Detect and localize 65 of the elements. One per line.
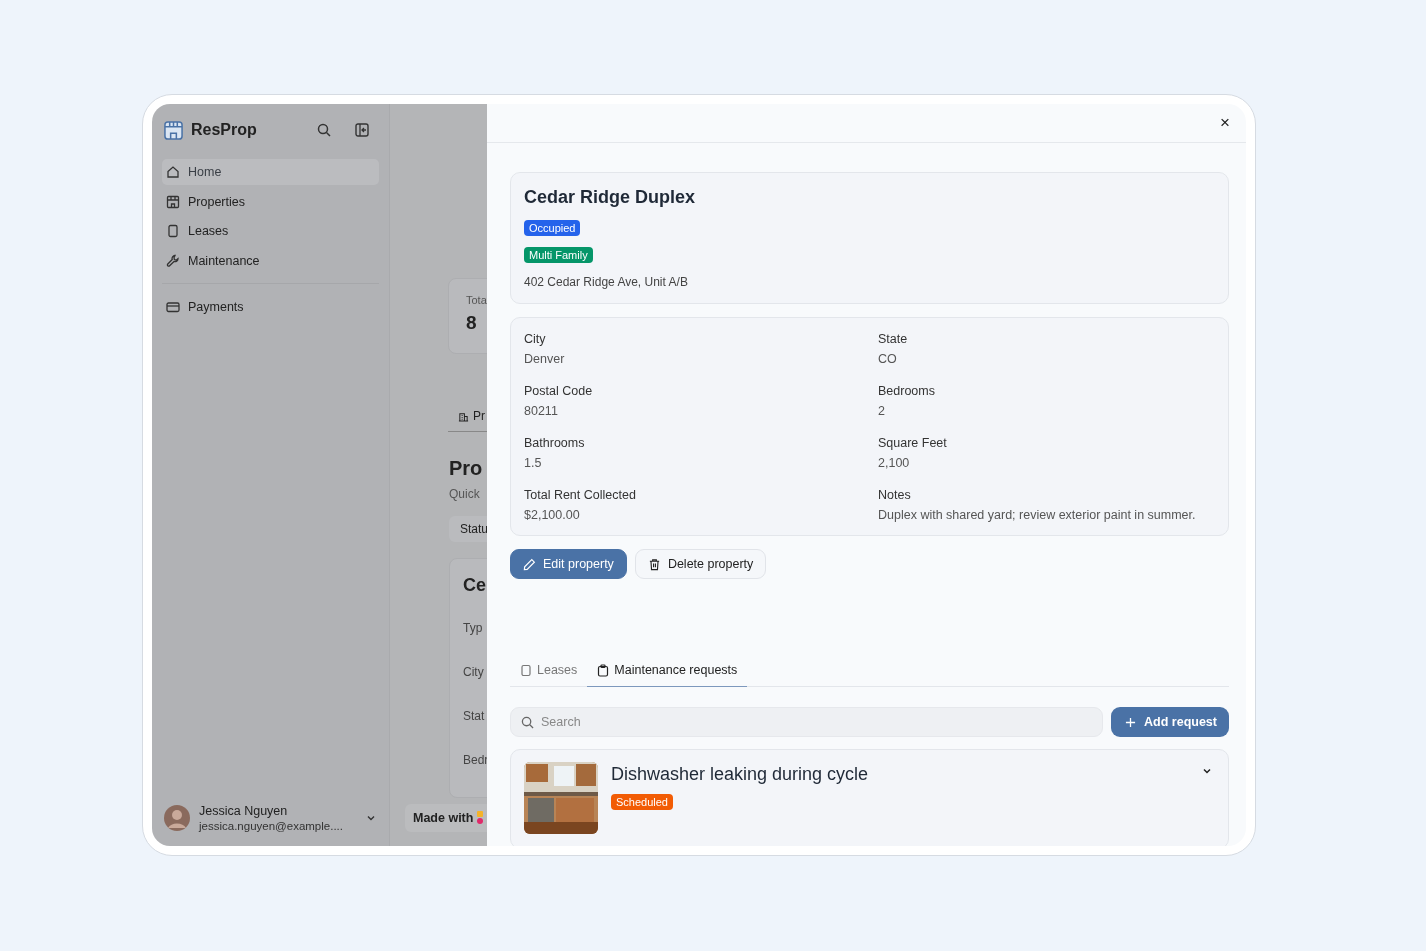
page-subheading: Quick xyxy=(449,487,480,501)
tag: Occupied xyxy=(524,220,581,236)
detail-label: Postal Code xyxy=(524,384,594,398)
request-title: Dishwasher leaking during cycle xyxy=(611,764,869,785)
search-field[interactable]: Search xyxy=(510,707,1104,737)
property-title: Cedar Ridge Duplex xyxy=(524,187,696,208)
wrench-icon xyxy=(166,253,180,268)
delete-button[interactable]: Delete property xyxy=(634,549,767,579)
home-icon xyxy=(166,165,180,179)
detail-value: $2,100.00 xyxy=(524,508,581,522)
detail-value: CO xyxy=(878,352,898,366)
user-name: Jessica Nguyen xyxy=(199,804,289,818)
logo-icon xyxy=(477,811,484,825)
search-icon[interactable] xyxy=(317,123,331,137)
detail-value: 2 xyxy=(878,404,886,418)
building-icon xyxy=(166,194,180,209)
detail-value: 80211 xyxy=(524,404,559,418)
nav-item[interactable]: Home xyxy=(162,159,379,185)
detail-label: Square Feet xyxy=(878,436,948,450)
detail-label: City xyxy=(524,332,547,346)
detail-label: Notes xyxy=(878,488,912,502)
nav-item[interactable]: Maintenance xyxy=(162,247,379,274)
stat-label: Tota xyxy=(466,294,487,306)
trash-icon xyxy=(647,557,661,571)
stat-value: 8 xyxy=(466,312,478,334)
status-filter[interactable]: Statu xyxy=(449,516,487,542)
field-label: Stat xyxy=(463,709,486,723)
detail-value: 2,100 xyxy=(878,456,911,470)
nav-item[interactable]: Payments xyxy=(162,294,379,320)
card-title: Ce xyxy=(463,575,487,596)
collapse-sidebar-icon[interactable] xyxy=(355,123,369,137)
detail-label: Bathrooms xyxy=(524,436,586,450)
app-name: ResProp xyxy=(191,121,258,139)
plus-icon xyxy=(1125,716,1137,728)
building-icon xyxy=(458,410,469,422)
tag: Multi Family xyxy=(524,247,593,263)
add-request-button[interactable]: Add request xyxy=(1111,707,1229,737)
detail-label: Bedrooms xyxy=(878,384,936,398)
detail-value: 1.5 xyxy=(524,456,543,470)
made-with-badge[interactable]: Made with xyxy=(405,804,487,832)
tab[interactable]: Leases xyxy=(510,655,588,687)
avatar xyxy=(164,805,190,831)
document-icon xyxy=(166,224,180,238)
nav-item[interactable]: Properties xyxy=(162,188,379,215)
card-icon xyxy=(166,300,180,314)
pencil-icon xyxy=(523,557,536,571)
request-card[interactable]: Dishwasher leaking during cycle Scheduled xyxy=(510,749,1229,846)
edit-button[interactable]: Edit property xyxy=(510,549,627,579)
status-tag: Scheduled xyxy=(611,794,673,810)
detail-value: Duplex with shared yard; review exterior paint in summer. xyxy=(878,508,1197,522)
document-icon xyxy=(520,663,532,677)
search-icon xyxy=(521,716,534,729)
detail-label: Total Rent Collected xyxy=(524,488,637,502)
close-button[interactable]: × xyxy=(1216,113,1234,133)
tab[interactable]: Maintenance requests xyxy=(587,655,748,687)
detail-value: Denver xyxy=(524,352,566,366)
field-label: Typ xyxy=(463,621,484,635)
page-heading: Pro xyxy=(449,457,483,480)
field-label: City xyxy=(463,665,485,679)
user-email: jessica.nguyen@example.... xyxy=(199,820,344,832)
nav-item[interactable]: Leases xyxy=(162,218,379,244)
address: 402 Cedar Ridge Ave, Unit A/B xyxy=(524,275,688,289)
detail-label: State xyxy=(878,332,909,346)
building-icon xyxy=(164,120,183,140)
clipboard-icon xyxy=(597,663,610,677)
